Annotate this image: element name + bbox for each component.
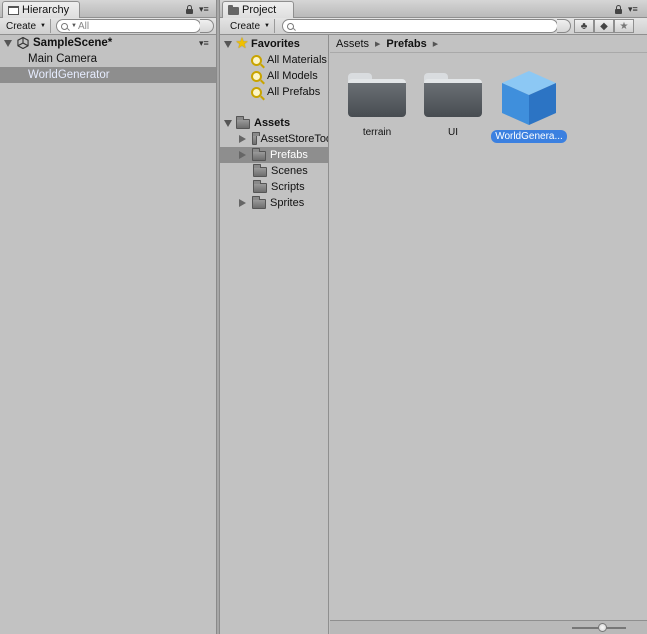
search-by-type-button[interactable]: ♣ <box>574 19 594 33</box>
scene-row[interactable]: SampleScene* ▾≡ <box>0 35 216 51</box>
hierarchy-item-world-generator[interactable]: WorldGenerator <box>0 67 216 83</box>
prefab-cube-icon <box>502 71 556 125</box>
favorites-star-icon: ★ <box>235 35 249 52</box>
expand-arrow-icon[interactable] <box>239 151 246 159</box>
lock-icon[interactable] <box>186 5 193 14</box>
favorites-label: Favorites <box>251 38 300 50</box>
unity-logo-icon <box>17 37 29 49</box>
favorite-item-all-models[interactable]: All Models <box>220 68 328 84</box>
assets-label: Assets <box>254 117 291 129</box>
favorite-item-label: All Models <box>267 70 318 82</box>
project-search-input[interactable] <box>282 19 558 33</box>
hierarchy-panel: Hierarchy ▾≡ Create ▼ ▼ All SampleScene*… <box>0 0 216 634</box>
asset-item-worldgenerator[interactable]: WorldGenera... <box>490 69 568 143</box>
folder-item-label: Scenes <box>271 165 308 177</box>
folder-item-label: Prefabs <box>270 149 308 161</box>
star-icon: ★ <box>619 20 629 32</box>
search-by-label-button[interactable]: ◆ <box>594 19 614 33</box>
breadcrumb-item-prefabs[interactable]: Prefabs <box>386 38 426 50</box>
expand-arrow-icon[interactable] <box>239 135 246 143</box>
folder-item-sprites[interactable]: Sprites <box>220 195 328 211</box>
folder-icon <box>424 73 482 117</box>
saved-search-icon <box>251 54 262 66</box>
folder-item-scripts[interactable]: Scripts <box>220 179 328 195</box>
search-icon <box>287 22 294 30</box>
asset-item-label: WorldGenera... <box>491 130 567 143</box>
folder-icon <box>252 196 266 209</box>
panel-menu-icon[interactable]: ▾≡ <box>199 5 209 14</box>
folder-icon <box>253 180 267 193</box>
saved-search-icon <box>251 70 262 82</box>
folder-icon <box>348 73 406 117</box>
asset-item-label: UI <box>448 127 458 138</box>
search-icon <box>61 22 68 30</box>
hierarchy-search-input[interactable]: ▼ All <box>56 19 201 33</box>
project-create-label: Create <box>230 20 261 32</box>
panel-menu-icon[interactable]: ▾≡ <box>628 5 638 14</box>
collapse-arrow-icon[interactable] <box>224 40 232 48</box>
hierarchy-item-main-camera[interactable]: Main Camera <box>0 51 216 67</box>
asset-item-label: terrain <box>362 127 392 138</box>
hierarchy-create-button[interactable]: Create ▼ <box>2 19 51 33</box>
project-create-button[interactable]: Create ▼ <box>226 19 275 33</box>
project-folder-tree: ★ Favorites All Materials All Models All… <box>220 35 329 634</box>
folder-item-label: Sprites <box>270 197 305 209</box>
folder-icon <box>252 148 266 161</box>
search-dropdown-icon[interactable]: ▼ <box>71 23 77 29</box>
dropdown-arrow-icon: ▼ <box>40 23 46 29</box>
collapse-arrow-icon[interactable] <box>224 119 232 127</box>
assets-header[interactable]: Assets <box>220 115 328 131</box>
asset-item-ui[interactable]: UI <box>414 73 492 138</box>
breadcrumb-item-assets[interactable]: Assets <box>336 38 369 50</box>
tab-project[interactable]: Project <box>222 1 294 18</box>
tab-hierarchy[interactable]: Hierarchy <box>2 1 80 18</box>
hierarchy-tabstrip: Hierarchy ▾≡ <box>0 0 216 18</box>
folder-item-prefabs[interactable]: Prefabs <box>220 147 328 163</box>
hierarchy-item-label: Main Camera <box>28 53 98 65</box>
asset-item-terrain[interactable]: terrain <box>338 73 416 138</box>
scene-menu-icon[interactable]: ▾≡ <box>199 39 209 48</box>
project-tabstrip: Project ▾≡ <box>220 0 647 18</box>
favorites-header[interactable]: ★ Favorites <box>220 35 328 52</box>
project-toolbar: Create ▼ ♣ ◆ ★ <box>220 18 647 35</box>
expand-arrow-icon[interactable] <box>239 199 246 207</box>
project-search-cancel-button[interactable] <box>557 19 571 33</box>
shapes-icon: ♣ <box>580 20 588 32</box>
favorite-item-label: All Prefabs <box>267 86 321 98</box>
breadcrumb-separator-icon: ▶ <box>375 40 381 48</box>
folder-icon <box>252 132 260 145</box>
breadcrumb: Assets ▶ Prefabs ▶ <box>330 35 647 53</box>
favorite-item-all-materials[interactable]: All Materials <box>220 52 328 68</box>
project-panel: Project ▾≡ Create ▼ ♣ ◆ ★ ★ Favorites Al… <box>220 0 647 634</box>
breadcrumb-separator-icon[interactable]: ▶ <box>433 40 438 48</box>
folder-item-label: Scripts <box>271 181 305 193</box>
hierarchy-search-placeholder: All <box>77 20 90 32</box>
favorite-item-all-prefabs[interactable]: All Prefabs <box>220 84 328 100</box>
hierarchy-item-label: WorldGenerator <box>28 69 110 81</box>
zoom-slider-thumb[interactable] <box>597 623 607 632</box>
lock-icon[interactable] <box>615 5 622 14</box>
hierarchy-search-cancel-button[interactable] <box>200 19 214 33</box>
folder-icon <box>236 116 250 129</box>
hierarchy-toolbar: Create ▼ ▼ All <box>0 18 216 35</box>
folder-item-scenes[interactable]: Scenes <box>220 163 328 179</box>
tag-icon: ◆ <box>600 20 608 32</box>
hierarchy-window-icon <box>8 5 19 15</box>
folder-icon <box>253 164 267 177</box>
folder-item-label: AssetStoreTools <box>260 133 328 145</box>
tab-project-label: Project <box>242 4 277 16</box>
project-status-bar <box>330 620 647 634</box>
dropdown-arrow-icon: ▼ <box>264 23 270 29</box>
project-content-area: Assets ▶ Prefabs ▶ terrain UI WorldGener… <box>330 35 647 620</box>
folder-item-assetstoretools[interactable]: AssetStoreTools <box>220 131 328 147</box>
save-search-button[interactable]: ★ <box>614 19 634 33</box>
hierarchy-tree: SampleScene* ▾≡ Main Camera WorldGenerat… <box>0 35 216 634</box>
collapse-arrow-icon[interactable] <box>4 39 12 47</box>
scene-name: SampleScene* <box>33 37 113 49</box>
folder-icon <box>228 4 239 15</box>
hierarchy-create-label: Create <box>6 20 37 32</box>
tab-hierarchy-label: Hierarchy <box>22 4 70 16</box>
saved-search-icon <box>251 86 262 98</box>
favorite-item-label: All Materials <box>267 54 327 66</box>
